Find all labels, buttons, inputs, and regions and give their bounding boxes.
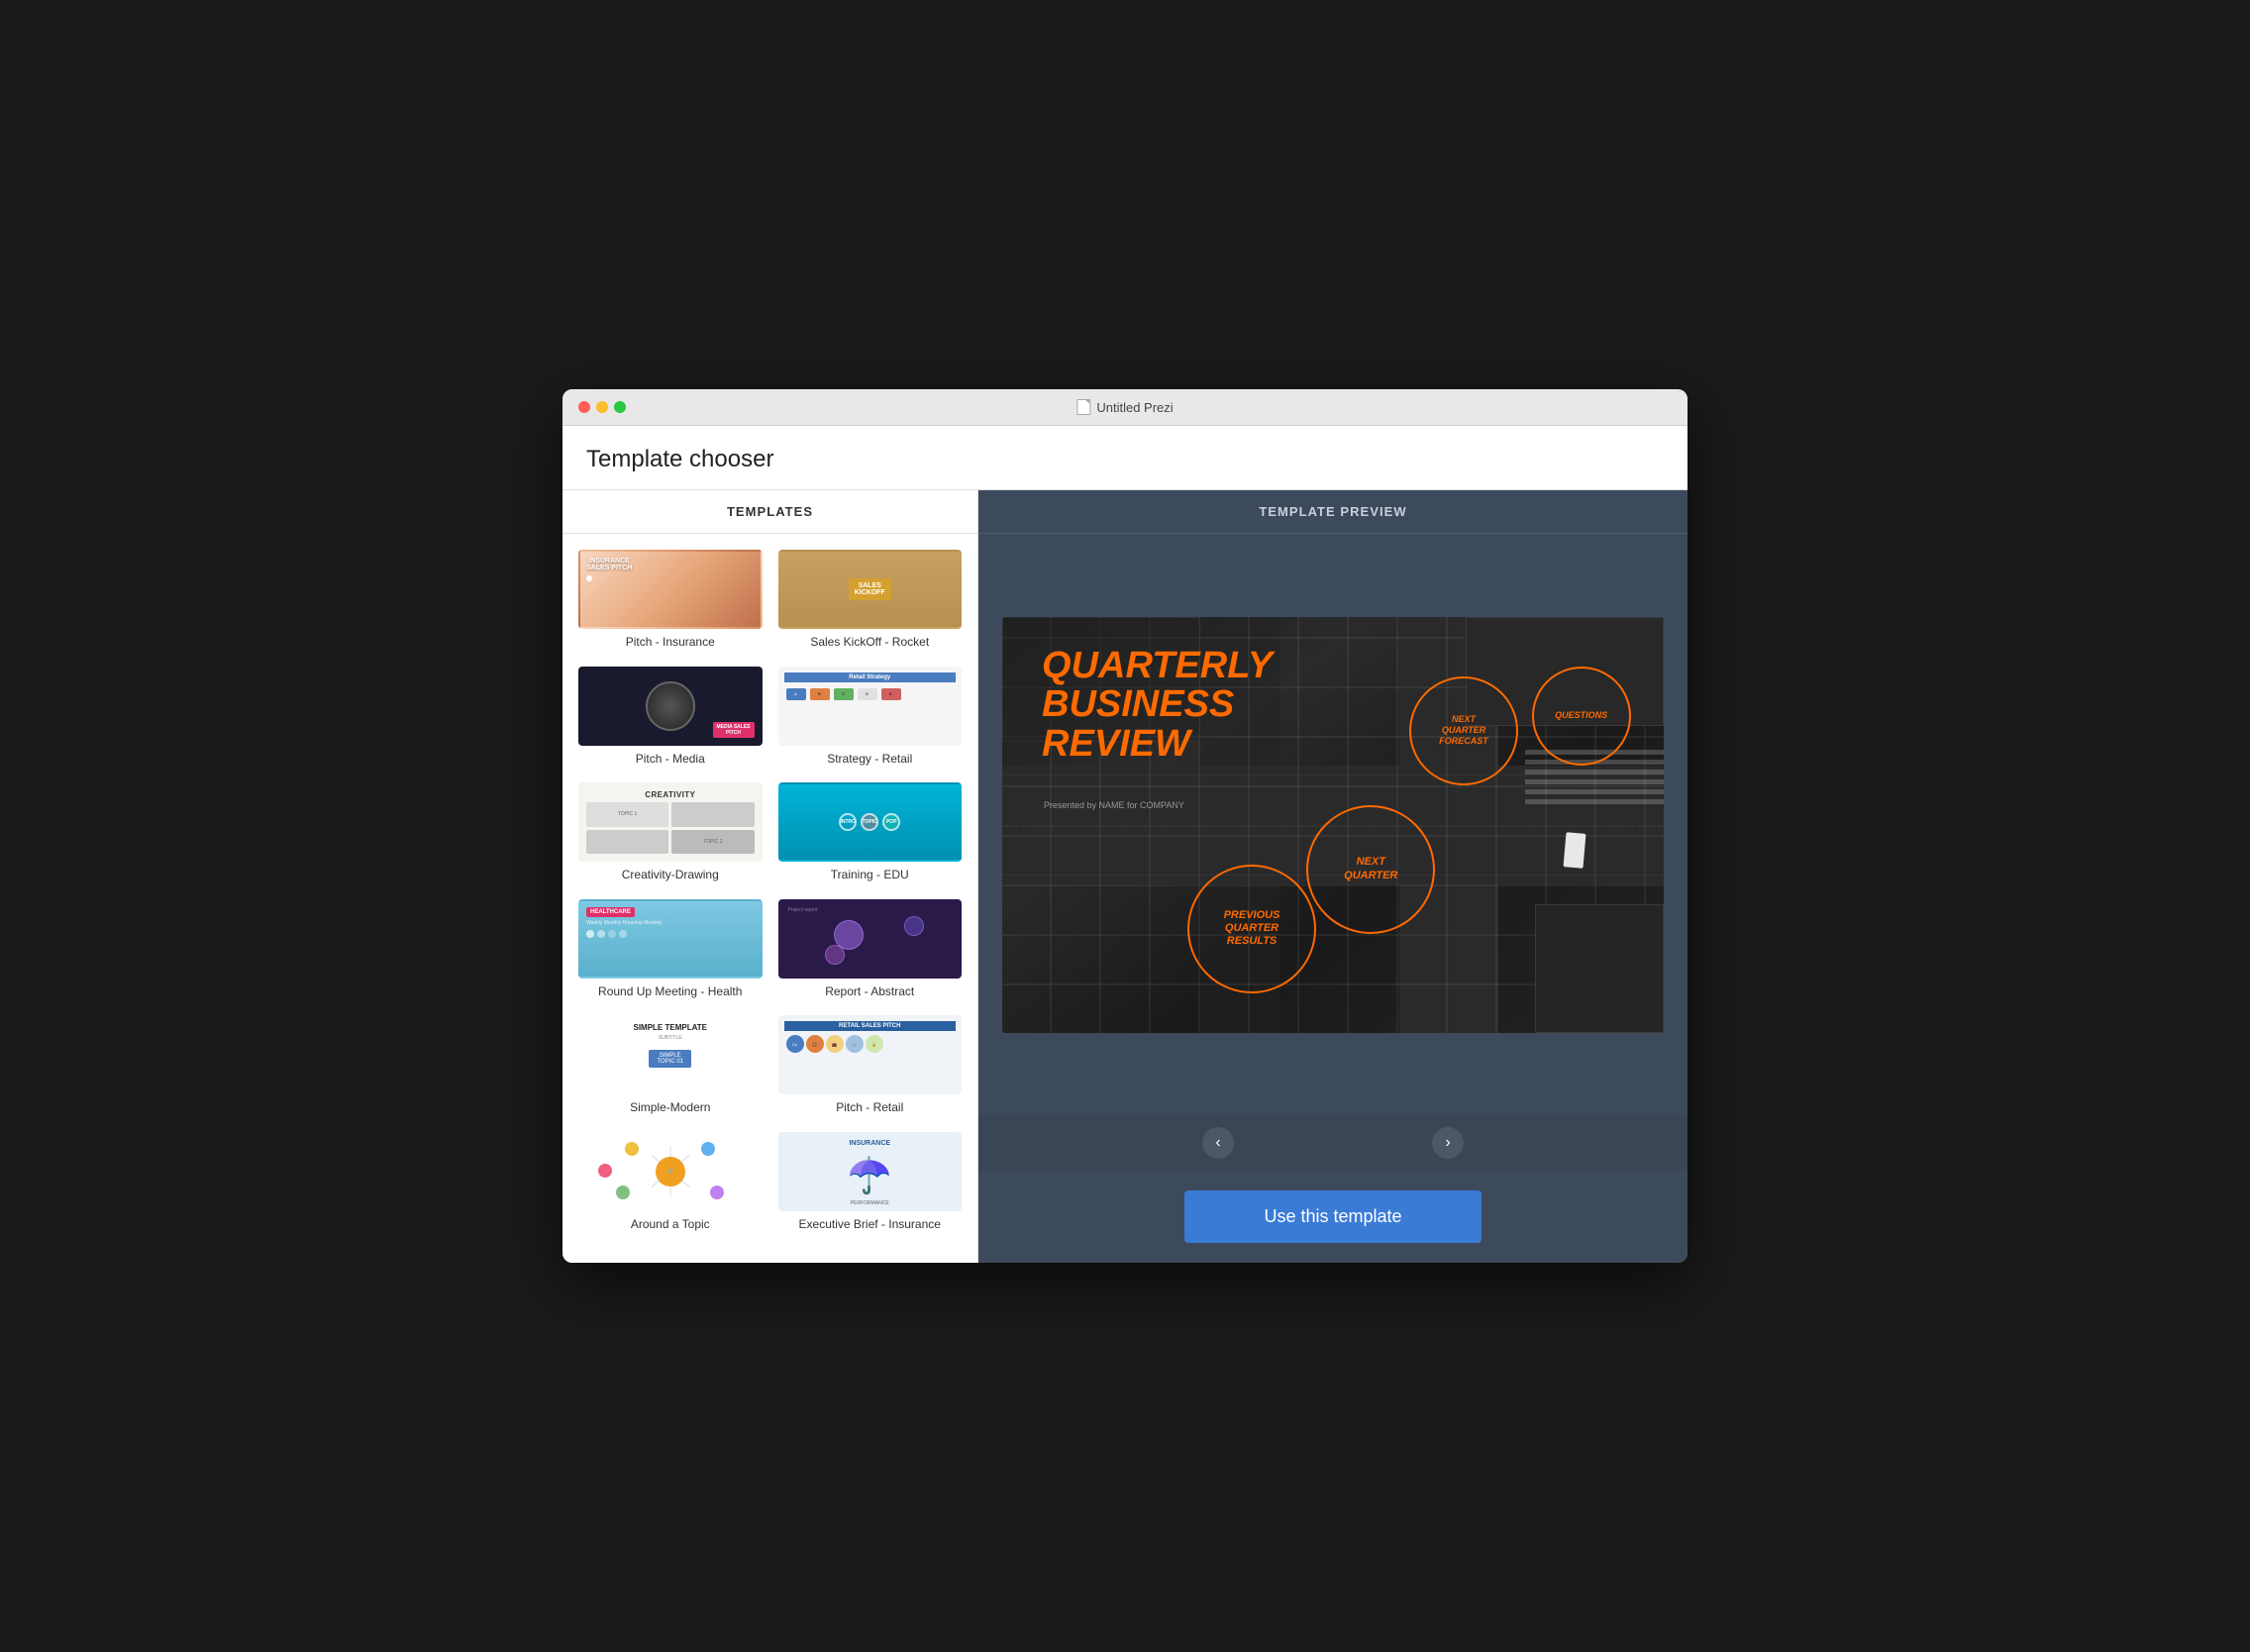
window-title: Untitled Prezi bbox=[1076, 399, 1173, 415]
qbr-subtitle: Presented by NAME for COMPANY bbox=[1044, 800, 1184, 810]
template-thumb-around-topic: 🔗 bbox=[578, 1132, 763, 1211]
template-item-strategy-retail[interactable]: Retail Strategy A B C D E Strategy - Ret… bbox=[778, 667, 963, 768]
prev-arrow[interactable]: ‹ bbox=[1202, 1127, 1234, 1159]
next-arrow[interactable]: › bbox=[1432, 1127, 1464, 1159]
use-template-button[interactable]: Use this template bbox=[1184, 1190, 1482, 1243]
template-thumb-training-edu: INTRO TOPIC POP bbox=[778, 782, 963, 862]
page-header: Template chooser bbox=[562, 426, 1688, 490]
template-thumb-pitch-media: MEDIA SALESPITCH bbox=[578, 667, 763, 746]
template-item-pitch-media[interactable]: MEDIA SALESPITCH Pitch - Media bbox=[578, 667, 763, 768]
templates-panel-heading: TEMPLATES bbox=[562, 490, 977, 534]
template-item-sales-kickoff[interactable]: SALESKICKOFF Sales KickOff - Rocket bbox=[778, 550, 963, 651]
template-thumb-pitch-insurance: INSURANCESALES PITCH bbox=[578, 550, 763, 629]
main-window: Untitled Prezi Template chooser TEMPLATE… bbox=[562, 389, 1688, 1263]
traffic-lights bbox=[578, 401, 626, 413]
template-label: Executive Brief - Insurance bbox=[778, 1217, 963, 1233]
template-item-training-edu[interactable]: INTRO TOPIC POP Training - EDU bbox=[778, 782, 963, 883]
document-icon bbox=[1076, 399, 1090, 415]
template-thumb-simple-modern: SIMPLE TEMPLATE SUBTITLE SIMPLETOPIC 01 bbox=[578, 1015, 763, 1094]
template-label: Pitch - Retail bbox=[778, 1100, 963, 1116]
template-label: Pitch - Insurance bbox=[578, 635, 763, 651]
template-label: Round Up Meeting - Health bbox=[578, 984, 763, 1000]
template-thumb-creativity-drawing: CREATIVITY TOPIC 1 TOPIC 2 bbox=[578, 782, 763, 862]
preview-nav: ‹ › bbox=[978, 1115, 1688, 1171]
circle-next-quarter: NEXTQUARTER bbox=[1306, 805, 1435, 934]
maximize-button[interactable] bbox=[614, 401, 626, 413]
qbr-title: QUARTERLY BUSINESS REVIEW bbox=[1042, 647, 1273, 766]
template-thumb-strategy-retail: Retail Strategy A B C D E bbox=[778, 667, 963, 746]
preview-image: QUARTERLY BUSINESS REVIEW Presented by N… bbox=[1002, 617, 1664, 1033]
minimize-button[interactable] bbox=[596, 401, 608, 413]
template-thumb-sales-kickoff: SALESKICKOFF bbox=[778, 550, 963, 629]
template-item-exec-brief[interactable]: INSURANCE ☂️ PERFORMANCE Executive Brief… bbox=[778, 1132, 963, 1233]
titlebar: Untitled Prezi bbox=[562, 389, 1688, 426]
template-label: Training - EDU bbox=[778, 868, 963, 883]
circle-forecast: NEXTQUARTERFORECAST bbox=[1409, 676, 1518, 785]
preview-panel-heading: TEMPLATE PREVIEW bbox=[978, 490, 1688, 534]
template-item-simple-modern[interactable]: SIMPLE TEMPLATE SUBTITLE SIMPLETOPIC 01 … bbox=[578, 1015, 763, 1116]
preview-panel: TEMPLATE PREVIEW bbox=[978, 490, 1688, 1263]
template-label: Around a Topic bbox=[578, 1217, 763, 1233]
template-thumb-exec-brief: INSURANCE ☂️ PERFORMANCE bbox=[778, 1132, 963, 1211]
template-item-pitch-insurance[interactable]: INSURANCESALES PITCH Pitch - Insurance bbox=[578, 550, 763, 651]
template-label: Simple-Modern bbox=[578, 1100, 763, 1116]
vehicle bbox=[1563, 832, 1585, 869]
template-item-creativity-drawing[interactable]: CREATIVITY TOPIC 1 TOPIC 2 bbox=[578, 782, 763, 883]
template-item-around-topic[interactable]: 🔗 Around a Topic bbox=[578, 1132, 763, 1233]
templates-grid: INSURANCESALES PITCH Pitch - Insurance S… bbox=[562, 534, 977, 1263]
template-label: Sales KickOff - Rocket bbox=[778, 635, 963, 651]
close-button[interactable] bbox=[578, 401, 590, 413]
template-item-round-up-health[interactable]: HEALTHCARE Weekly Monthly Roundup Meetin… bbox=[578, 899, 763, 1000]
template-item-report-abstract[interactable]: Project report Report - Abstract bbox=[778, 899, 963, 1000]
templates-panel: TEMPLATES INSURANCESALES PITCH Pitch - I… bbox=[562, 490, 978, 1263]
circle-questions: QUESTIONS bbox=[1532, 667, 1631, 766]
main-layout: TEMPLATES INSURANCESALES PITCH Pitch - I… bbox=[562, 490, 1688, 1263]
circle-prev-quarter: PREVIOUSQUARTERRESULTS bbox=[1187, 865, 1316, 993]
template-item-pitch-retail[interactable]: RETAIL SALES PITCH Co 🎧 💼 🚲 🔒 Pitch - Re… bbox=[778, 1015, 963, 1116]
template-label: Pitch - Media bbox=[578, 752, 763, 768]
template-label: Creativity-Drawing bbox=[578, 868, 763, 883]
page-title: Template chooser bbox=[586, 446, 1664, 473]
template-thumb-report-abstract: Project report bbox=[778, 899, 963, 979]
template-thumb-round-up-health: HEALTHCARE Weekly Monthly Roundup Meetin… bbox=[578, 899, 763, 979]
template-thumb-pitch-retail: RETAIL SALES PITCH Co 🎧 💼 🚲 🔒 bbox=[778, 1015, 963, 1094]
template-label: Strategy - Retail bbox=[778, 752, 963, 768]
preview-content: QUARTERLY BUSINESS REVIEW Presented by N… bbox=[978, 534, 1688, 1115]
template-label: Report - Abstract bbox=[778, 984, 963, 1000]
building-br bbox=[1535, 904, 1664, 1033]
app-content: Template chooser TEMPLATES INSURANCESALE… bbox=[562, 426, 1688, 1263]
qbr-background: QUARTERLY BUSINESS REVIEW Presented by N… bbox=[1002, 617, 1664, 1033]
use-template-area: Use this template bbox=[978, 1171, 1688, 1263]
